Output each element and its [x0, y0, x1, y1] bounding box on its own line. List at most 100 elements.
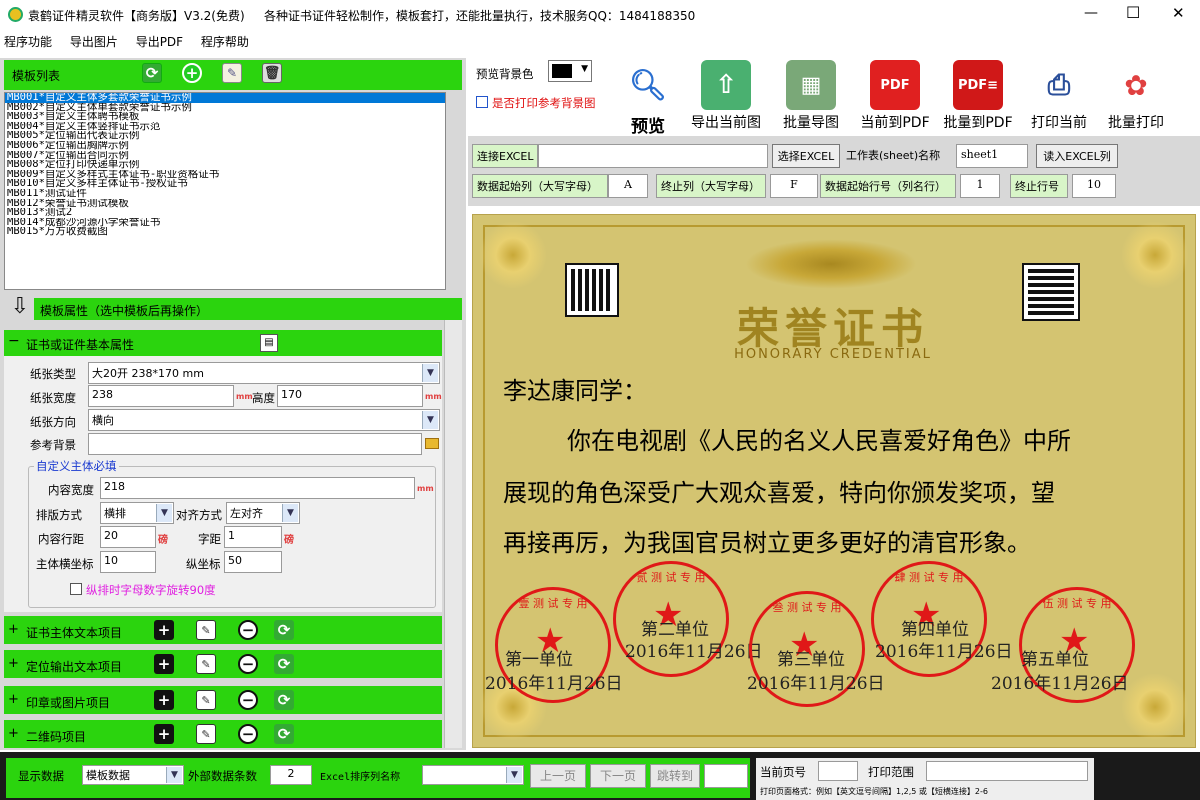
x-input[interactable]: 10	[100, 551, 156, 573]
template-list[interactable]: MB001*自定义主体多套款荣誉证书示例 MB002*自定义主体单套款荣誉证书示…	[4, 92, 446, 290]
delete-icon[interactable]: 🗑	[262, 63, 282, 83]
rotate-label[interactable]: 纵排时字母数字旋转90度	[86, 582, 216, 598]
bg-color-picker[interactable]: ▼	[548, 60, 592, 82]
paper-height-input[interactable]: 170	[277, 385, 423, 407]
end-col-input[interactable]: F	[770, 174, 818, 198]
expand-icon[interactable]: +	[8, 726, 19, 741]
display-data-select[interactable]: 模板数据 ▼	[82, 765, 184, 785]
ref-bg-input[interactable]	[88, 433, 422, 455]
remove-item-icon[interactable]: −	[238, 620, 258, 640]
chevron-down-icon[interactable]: ▼	[506, 767, 522, 783]
chevron-down-icon[interactable]: ▼	[422, 364, 438, 382]
menu-help[interactable]: 程序帮助	[201, 35, 249, 49]
ext-count-input[interactable]: 2	[270, 765, 312, 785]
expand-icon[interactable]: +	[8, 692, 19, 707]
end-row-input[interactable]: 10	[1072, 174, 1116, 198]
line-spacing-input[interactable]: 20	[100, 526, 156, 548]
list-item[interactable]: MB007*定位输出合同示例	[5, 151, 445, 161]
add-item-icon[interactable]: +	[154, 724, 174, 744]
list-item[interactable]: MB010*自定义多样主体证书-授权证书	[5, 179, 445, 189]
orientation-select[interactable]: 横向 ▼	[88, 409, 440, 431]
connect-excel-input[interactable]	[538, 144, 768, 168]
minimize-button[interactable]: —	[1084, 5, 1098, 21]
y-input[interactable]: 50	[224, 551, 282, 573]
content-width-input[interactable]: 218	[100, 477, 415, 499]
refresh-item-icon[interactable]: ⟳	[274, 654, 294, 674]
current-page-input[interactable]	[818, 761, 858, 781]
menu-program[interactable]: 程序功能	[4, 35, 52, 49]
list-item[interactable]: MB014*成都沙河源小学荣誉证书	[5, 218, 445, 228]
export-current-button[interactable]: ⇧ 导出当前图	[686, 60, 766, 132]
section-position-text[interactable]: + 定位输出文本项目 + ✎ − ⟳	[4, 650, 442, 678]
list-item[interactable]: MB003*自定义主体聘书模板	[5, 112, 445, 122]
next-page-button[interactable]: 下一页	[590, 764, 646, 788]
remove-item-icon[interactable]: −	[238, 654, 258, 674]
collapse-icon[interactable]: −	[8, 333, 20, 349]
list-item[interactable]: MB012*荣誉证书测试模板	[5, 199, 445, 209]
list-item[interactable]: MB004*自定义主体竖排证书示范	[5, 122, 445, 132]
edit-item-icon[interactable]: ✎	[196, 690, 216, 710]
edit-item-icon[interactable]: ✎	[196, 654, 216, 674]
read-excel-button[interactable]: 读入EXCEL列	[1036, 144, 1118, 168]
list-item[interactable]: MB011*测试证件	[5, 189, 445, 199]
add-item-icon[interactable]: +	[154, 654, 174, 674]
refresh-item-icon[interactable]: ⟳	[274, 690, 294, 710]
edit-icon[interactable]: ✎	[222, 63, 242, 83]
jump-button[interactable]: 跳转到	[650, 764, 700, 788]
edit-item-icon[interactable]: ✎	[196, 724, 216, 744]
chevron-down-icon[interactable]: ▼	[166, 767, 182, 783]
print-ref-label[interactable]: 是否打印参考背景图	[492, 95, 596, 111]
section-stamp-image[interactable]: + 印章或图片项目 + ✎ − ⟳	[4, 686, 442, 714]
list-item[interactable]: MB009*自定义多样式主体证书-职业资格证书	[5, 170, 445, 180]
list-item[interactable]: MB013*测试2	[5, 208, 445, 218]
menu-export-pdf[interactable]: 导出PDF	[136, 35, 183, 49]
sheet-name-input[interactable]: sheet1	[956, 144, 1028, 168]
jump-input[interactable]	[704, 764, 748, 788]
list-item[interactable]: MB005*定位输出代表证示例	[5, 131, 445, 141]
paper-width-input[interactable]: 238	[88, 385, 234, 407]
chevron-down-icon[interactable]: ▼	[156, 504, 172, 522]
add-item-icon[interactable]: +	[154, 690, 174, 710]
list-item[interactable]: MB008*定位打印快递单示例	[5, 160, 445, 170]
print-range-input[interactable]	[926, 761, 1088, 781]
left-scrollbar[interactable]	[444, 320, 462, 748]
list-item[interactable]: MB001*自定义主体多套款荣誉证书示例	[5, 93, 445, 103]
sort-col-select[interactable]: ▼	[422, 765, 524, 785]
chevron-down-icon[interactable]: ▼	[282, 504, 298, 522]
list-item[interactable]: MB015*万方收费截图	[5, 227, 445, 237]
start-row-input[interactable]: 1	[960, 174, 1000, 198]
select-excel-button[interactable]: 选择EXCEL	[772, 144, 840, 168]
basic-props-header[interactable]: − 证书或证件基本属性 ▤	[4, 330, 442, 356]
list-item[interactable]: MB002*自定义主体单套款荣誉证书示例	[5, 103, 445, 113]
section-qrcode[interactable]: + 二维码项目 + ✎ − ⟳	[4, 720, 442, 748]
save-icon[interactable]: ▤	[260, 334, 278, 352]
list-item[interactable]: MB006*定位输出胸牌示例	[5, 141, 445, 151]
section-cert-text[interactable]: + 证书主体文本项目 + ✎ − ⟳	[4, 616, 442, 644]
folder-icon[interactable]	[425, 438, 439, 449]
chevron-down-icon[interactable]: ▼	[422, 411, 438, 429]
add-icon[interactable]: +	[182, 63, 202, 83]
align-select[interactable]: 左对齐 ▼	[226, 502, 300, 524]
paper-type-select[interactable]: 大20开 238*170 mm ▼	[88, 362, 440, 384]
refresh-item-icon[interactable]: ⟳	[274, 620, 294, 640]
print-ref-checkbox[interactable]	[476, 96, 488, 108]
add-item-icon[interactable]: +	[154, 620, 174, 640]
refresh-icon[interactable]: ⟳	[142, 63, 162, 83]
remove-item-icon[interactable]: −	[238, 724, 258, 744]
expand-icon[interactable]: +	[8, 656, 19, 671]
prev-page-button[interactable]: 上一页	[530, 764, 586, 788]
expand-icon[interactable]: +	[8, 622, 19, 637]
close-button[interactable]: ✕	[1172, 4, 1185, 22]
start-col-input[interactable]: A	[608, 174, 648, 198]
refresh-item-icon[interactable]: ⟳	[274, 724, 294, 744]
char-spacing-input[interactable]: 1	[224, 526, 282, 548]
menu-export-image[interactable]: 导出图片	[70, 35, 118, 49]
current-pdf-button[interactable]: PDF 当前到PDF	[860, 60, 930, 132]
remove-item-icon[interactable]: −	[238, 690, 258, 710]
print-current-button[interactable]: ⎙ 打印当前	[1028, 60, 1090, 132]
rotate-checkbox[interactable]	[70, 583, 82, 595]
batch-export-button[interactable]: ▦ 批量导图	[780, 60, 842, 132]
preview-button[interactable]: 🔍︎ 预览	[618, 60, 678, 137]
batch-pdf-button[interactable]: PDF≡ 批量到PDF	[942, 60, 1014, 132]
maximize-button[interactable]: ☐	[1126, 3, 1140, 22]
